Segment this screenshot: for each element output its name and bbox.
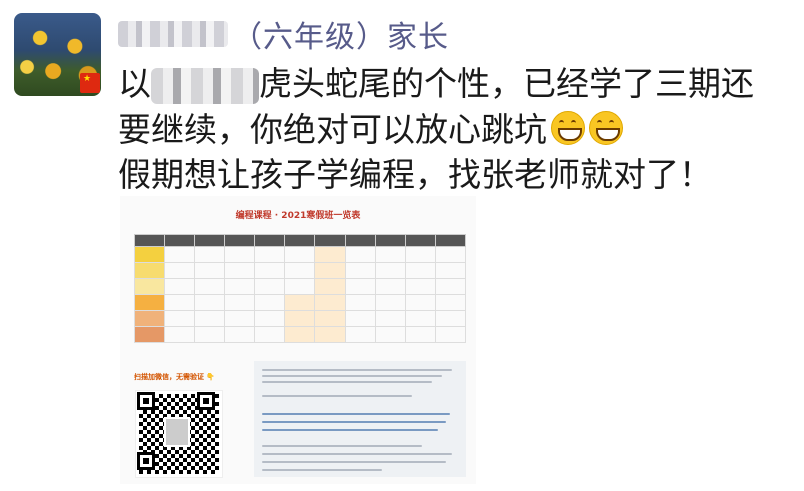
schedule-title: 编程课程 · 2021寒假班一览表 <box>235 211 361 221</box>
qr-finder <box>197 392 215 410</box>
message-line-3: 假期想让孩子学编程，找张老师就对了！ <box>118 155 712 194</box>
author-row[interactable]: （六年级）家长 <box>118 14 449 55</box>
message-line-1: 以 虎头蛇尾的个性，已经学了三期还 <box>118 62 798 106</box>
qr-finder <box>137 392 155 410</box>
blurred-text <box>151 67 259 104</box>
line2-text: 要继续，你绝对可以放心跳坑 <box>118 110 547 149</box>
qr-finder <box>137 452 155 470</box>
grinning-face-icon <box>589 111 623 145</box>
grinning-face-icon <box>551 111 585 145</box>
author-name: （六年级）家长 <box>232 20 449 55</box>
flag-icon: ★ <box>80 73 100 93</box>
line1-prefix: 以 <box>118 64 151 103</box>
qr-caption: 扫描加微信，无需验证 👇 <box>134 373 216 381</box>
attached-image[interactable]: 编程课程 · 2021寒假班一览表 扫描加微信，无需验证 👇 <box>120 196 476 484</box>
qr-avatar <box>164 417 190 447</box>
line1-rest: 虎头蛇尾的个性，已经学了三期还 <box>259 64 754 103</box>
schedule-table <box>133 234 467 343</box>
notes-panel <box>254 361 466 477</box>
message-line-2: 要继续，你绝对可以放心跳坑 <box>118 108 798 152</box>
blurred-author-name <box>118 21 228 47</box>
